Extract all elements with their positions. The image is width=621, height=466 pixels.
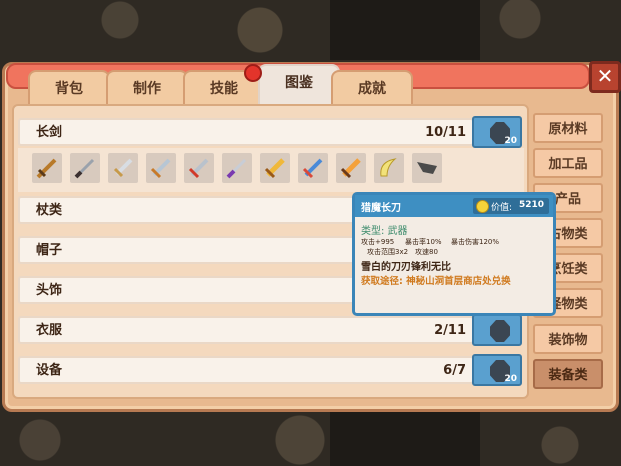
tooltip-header: 猎魔长刀 价值: 5210 [355, 195, 553, 217]
row-label: 帽子 [36, 243, 63, 258]
row-label: 设备 [36, 363, 63, 378]
item-type: 类型: 武器 [361, 226, 408, 237]
tab-backpack[interactable]: 背包 [28, 70, 110, 104]
row-count: 6/7 [443, 363, 466, 378]
reward-count: 20 [504, 374, 517, 384]
price-value: 5210 [519, 200, 545, 210]
sidebar-item-processed[interactable]: 加工品 [533, 148, 603, 178]
price-box: 价值: 5210 [473, 198, 549, 214]
tab-achievements[interactable]: 成就 [331, 70, 413, 104]
category-row-devices[interactable]: 设备 6/7 [18, 356, 474, 384]
row-label: 长剑 [36, 125, 63, 140]
wooden-sword-icon[interactable] [32, 153, 62, 183]
golden-sword-icon[interactable] [260, 153, 290, 183]
stat-crit-rate: 暴击率10% [405, 238, 442, 246]
category-row-swords[interactable]: 长剑 10/11 [18, 118, 474, 146]
close-button[interactable]: ✕ [589, 61, 621, 93]
reward-count: 20 [504, 136, 517, 146]
sidebar-item-decorations[interactable]: 装饰物 [533, 324, 603, 354]
locked-sword-icon[interactable] [412, 153, 442, 183]
red-sword-icon[interactable] [184, 153, 214, 183]
sidebar-item-raw-materials[interactable]: 原材料 [533, 113, 603, 143]
row-label: 衣服 [36, 323, 63, 338]
reward-gem-box[interactable] [472, 314, 522, 346]
row-label: 头饰 [36, 283, 63, 298]
steel-sword-icon[interactable] [146, 153, 176, 183]
blue-sword-icon[interactable] [298, 153, 328, 183]
dagger-icon[interactable] [108, 153, 138, 183]
notification-dot [244, 64, 262, 82]
coin-icon [476, 200, 489, 213]
item-tooltip: 猎魔长刀 价值: 5210 类型: 武器 攻击+995 暴击率10% 暴击伤害1… [352, 192, 556, 316]
tab-codex[interactable]: 图鉴 [258, 64, 340, 106]
iron-sword-icon[interactable] [70, 153, 100, 183]
row-count: 10/11 [425, 125, 466, 140]
price-label: 价值: [491, 203, 513, 213]
stat-attack: 攻击+995 [361, 238, 395, 246]
gem-icon [490, 320, 510, 342]
dungeon-corridor-top [330, 0, 480, 60]
item-name: 猎魔长刀 [361, 203, 401, 214]
row-count: 2/11 [434, 323, 466, 338]
dungeon-corridor-bottom [330, 408, 480, 466]
reward-gem-box[interactable]: 20 [472, 116, 522, 148]
row-label: 杖类 [36, 203, 63, 218]
sidebar-item-equipment[interactable]: 装备类 [533, 359, 603, 389]
scimitar-icon[interactable] [374, 153, 404, 183]
flame-sword-icon[interactable] [336, 153, 366, 183]
stat-crit-damage: 暴击伤害120% [451, 238, 500, 246]
tab-craft[interactable]: 制作 [106, 70, 188, 104]
item-description: 雪白的刀刃锋利无比 [361, 262, 451, 273]
stat-range: 攻击范围3x2 [367, 248, 409, 256]
purple-sword-icon[interactable] [222, 153, 252, 183]
sword-items-strip [18, 148, 524, 192]
category-row-clothes[interactable]: 衣服 2/11 [18, 316, 474, 344]
reward-gem-box[interactable]: 20 [472, 354, 522, 386]
stat-speed: 攻速80 [415, 248, 438, 256]
item-source: 获取途径: 神秘山洞首层商店处兑换 [361, 276, 511, 287]
